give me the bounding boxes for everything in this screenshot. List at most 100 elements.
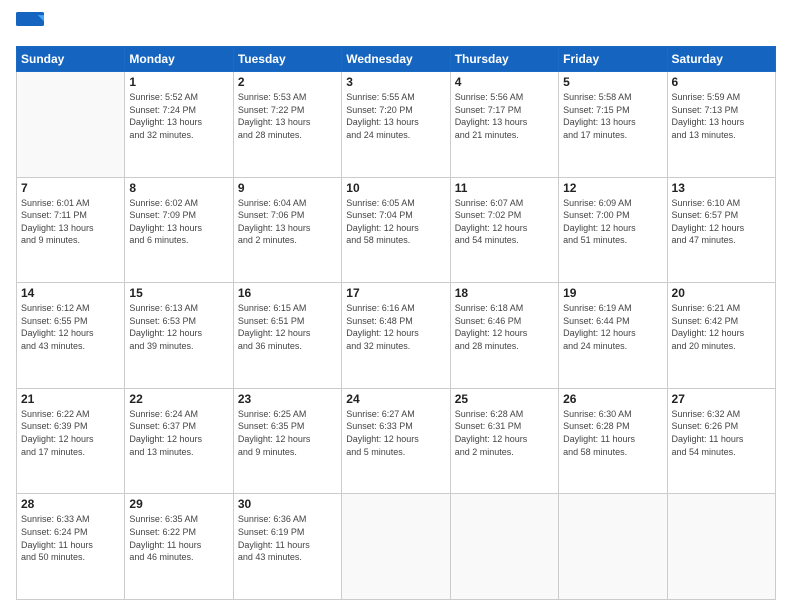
calendar-cell: 27Sunrise: 6:32 AM Sunset: 6:26 PM Dayli… <box>667 388 775 494</box>
day-info: Sunrise: 6:19 AM Sunset: 6:44 PM Dayligh… <box>563 302 662 352</box>
day-number: 6 <box>672 75 771 89</box>
day-info: Sunrise: 6:16 AM Sunset: 6:48 PM Dayligh… <box>346 302 445 352</box>
day-number: 16 <box>238 286 337 300</box>
day-info: Sunrise: 5:55 AM Sunset: 7:20 PM Dayligh… <box>346 91 445 141</box>
day-number: 17 <box>346 286 445 300</box>
calendar-cell: 17 Sunrise: 6:16 AM Sunset: 6:48 PM Dayli… <box>342 283 450 389</box>
calendar-cell: 8 Sunrise: 6:02 AM Sunset: 7:09 PM Daylig… <box>125 177 233 283</box>
day-number: 20 <box>672 286 771 300</box>
calendar-cell: 6 Sunrise: 5:59 AM Sunset: 7:13 PM Daylig… <box>667 72 775 178</box>
calendar-cell: 26Sunrise: 6:30 AM Sunset: 6:28 PM Dayli… <box>559 388 667 494</box>
calendar-cell: 29 Sunrise: 6:35 AM Sunset: 6:22 PM Dayli… <box>125 494 233 600</box>
weekday-header-friday: Friday <box>559 47 667 72</box>
day-info: Sunrise: 6:12 AM Sunset: 6:55 PM Dayligh… <box>21 302 120 352</box>
day-number: 7 <box>21 181 120 195</box>
calendar-cell <box>450 494 558 600</box>
week-row-1: 1Sunrise: 5:52 AM Sunset: 7:24 PM Daylig… <box>17 72 776 178</box>
day-number: 12 <box>563 181 662 195</box>
day-number: 24 <box>346 392 445 406</box>
day-info: Sunrise: 6:05 AM Sunset: 7:04 PM Dayligh… <box>346 197 445 247</box>
calendar-cell: 14 Sunrise: 6:12 AM Sunset: 6:55 PM Dayli… <box>17 283 125 389</box>
day-number: 14 <box>21 286 120 300</box>
calendar-cell: 2Sunrise: 5:53 AM Sunset: 7:22 PM Daylig… <box>233 72 341 178</box>
day-info: Sunrise: 6:32 AM Sunset: 6:26 PM Dayligh… <box>672 408 771 458</box>
day-number: 9 <box>238 181 337 195</box>
day-number: 1 <box>129 75 228 89</box>
day-info: Sunrise: 6:27 AM Sunset: 6:33 PM Dayligh… <box>346 408 445 458</box>
calendar-cell: 4 Sunrise: 5:56 AM Sunset: 7:17 PM Daylig… <box>450 72 558 178</box>
calendar-cell: 12Sunrise: 6:09 AM Sunset: 7:00 PM Dayli… <box>559 177 667 283</box>
day-number: 25 <box>455 392 554 406</box>
calendar-cell: 10 Sunrise: 6:05 AM Sunset: 7:04 PM Dayli… <box>342 177 450 283</box>
day-number: 21 <box>21 392 120 406</box>
week-row-5: 28 Sunrise: 6:33 AM Sunset: 6:24 PM Dayli… <box>17 494 776 600</box>
logo <box>16 12 48 40</box>
calendar-cell: 22 Sunrise: 6:24 AM Sunset: 6:37 PM Dayli… <box>125 388 233 494</box>
day-number: 18 <box>455 286 554 300</box>
day-info: Sunrise: 6:07 AM Sunset: 7:02 PM Dayligh… <box>455 197 554 247</box>
day-number: 5 <box>563 75 662 89</box>
week-row-4: 21Sunrise: 6:22 AM Sunset: 6:39 PM Dayli… <box>17 388 776 494</box>
day-info: Sunrise: 6:04 AM Sunset: 7:06 PM Dayligh… <box>238 197 337 247</box>
day-info: Sunrise: 6:18 AM Sunset: 6:46 PM Dayligh… <box>455 302 554 352</box>
day-info: Sunrise: 6:21 AM Sunset: 6:42 PM Dayligh… <box>672 302 771 352</box>
day-info: Sunrise: 5:58 AM Sunset: 7:15 PM Dayligh… <box>563 91 662 141</box>
day-info: Sunrise: 6:10 AM Sunset: 6:57 PM Dayligh… <box>672 197 771 247</box>
day-number: 13 <box>672 181 771 195</box>
day-info: Sunrise: 6:15 AM Sunset: 6:51 PM Dayligh… <box>238 302 337 352</box>
calendar-cell: 21Sunrise: 6:22 AM Sunset: 6:39 PM Dayli… <box>17 388 125 494</box>
weekday-header-sunday: Sunday <box>17 47 125 72</box>
day-info: Sunrise: 6:25 AM Sunset: 6:35 PM Dayligh… <box>238 408 337 458</box>
day-info: Sunrise: 6:02 AM Sunset: 7:09 PM Dayligh… <box>129 197 228 247</box>
day-number: 11 <box>455 181 554 195</box>
day-info: Sunrise: 6:24 AM Sunset: 6:37 PM Dayligh… <box>129 408 228 458</box>
day-info: Sunrise: 6:28 AM Sunset: 6:31 PM Dayligh… <box>455 408 554 458</box>
day-info: Sunrise: 5:56 AM Sunset: 7:17 PM Dayligh… <box>455 91 554 141</box>
header <box>16 12 776 40</box>
weekday-header-monday: Monday <box>125 47 233 72</box>
day-info: Sunrise: 6:36 AM Sunset: 6:19 PM Dayligh… <box>238 513 337 563</box>
day-number: 29 <box>129 497 228 511</box>
page: SundayMondayTuesdayWednesdayThursdayFrid… <box>0 0 792 612</box>
weekday-header-saturday: Saturday <box>667 47 775 72</box>
day-number: 19 <box>563 286 662 300</box>
day-number: 28 <box>21 497 120 511</box>
day-number: 26 <box>563 392 662 406</box>
calendar-cell: 5 Sunrise: 5:58 AM Sunset: 7:15 PM Daylig… <box>559 72 667 178</box>
day-number: 3 <box>346 75 445 89</box>
calendar-cell: 9 Sunrise: 6:04 AM Sunset: 7:06 PM Daylig… <box>233 177 341 283</box>
calendar-cell <box>667 494 775 600</box>
logo-icon <box>16 12 44 40</box>
calendar-cell: 1Sunrise: 5:52 AM Sunset: 7:24 PM Daylig… <box>125 72 233 178</box>
day-info: Sunrise: 5:59 AM Sunset: 7:13 PM Dayligh… <box>672 91 771 141</box>
calendar-cell: 25 Sunrise: 6:28 AM Sunset: 6:31 PM Dayli… <box>450 388 558 494</box>
day-info: Sunrise: 6:33 AM Sunset: 6:24 PM Dayligh… <box>21 513 120 563</box>
weekday-header-tuesday: Tuesday <box>233 47 341 72</box>
calendar-cell <box>559 494 667 600</box>
day-number: 30 <box>238 497 337 511</box>
calendar-cell: 19 Sunrise: 6:19 AM Sunset: 6:44 PM Dayli… <box>559 283 667 389</box>
day-info: Sunrise: 6:35 AM Sunset: 6:22 PM Dayligh… <box>129 513 228 563</box>
calendar-cell: 11 Sunrise: 6:07 AM Sunset: 7:02 PM Dayli… <box>450 177 558 283</box>
calendar-cell: 30 Sunrise: 6:36 AM Sunset: 6:19 PM Dayli… <box>233 494 341 600</box>
day-number: 10 <box>346 181 445 195</box>
weekday-header-wednesday: Wednesday <box>342 47 450 72</box>
day-number: 15 <box>129 286 228 300</box>
day-number: 8 <box>129 181 228 195</box>
calendar-cell: 13 Sunrise: 6:10 AM Sunset: 6:57 PM Dayli… <box>667 177 775 283</box>
calendar-cell <box>342 494 450 600</box>
calendar-cell: 28 Sunrise: 6:33 AM Sunset: 6:24 PM Dayli… <box>17 494 125 600</box>
day-number: 4 <box>455 75 554 89</box>
day-number: 2 <box>238 75 337 89</box>
weekday-header-thursday: Thursday <box>450 47 558 72</box>
day-info: Sunrise: 6:13 AM Sunset: 6:53 PM Dayligh… <box>129 302 228 352</box>
calendar-cell: 3 Sunrise: 5:55 AM Sunset: 7:20 PM Daylig… <box>342 72 450 178</box>
calendar-cell <box>17 72 125 178</box>
day-number: 23 <box>238 392 337 406</box>
calendar-cell: 20 Sunrise: 6:21 AM Sunset: 6:42 PM Dayli… <box>667 283 775 389</box>
calendar-cell: 18 Sunrise: 6:18 AM Sunset: 6:46 PM Dayli… <box>450 283 558 389</box>
calendar-cell: 7 Sunrise: 6:01 AM Sunset: 7:11 PM Daylig… <box>17 177 125 283</box>
day-number: 22 <box>129 392 228 406</box>
day-info: Sunrise: 6:01 AM Sunset: 7:11 PM Dayligh… <box>21 197 120 247</box>
weekday-header-row: SundayMondayTuesdayWednesdayThursdayFrid… <box>17 47 776 72</box>
